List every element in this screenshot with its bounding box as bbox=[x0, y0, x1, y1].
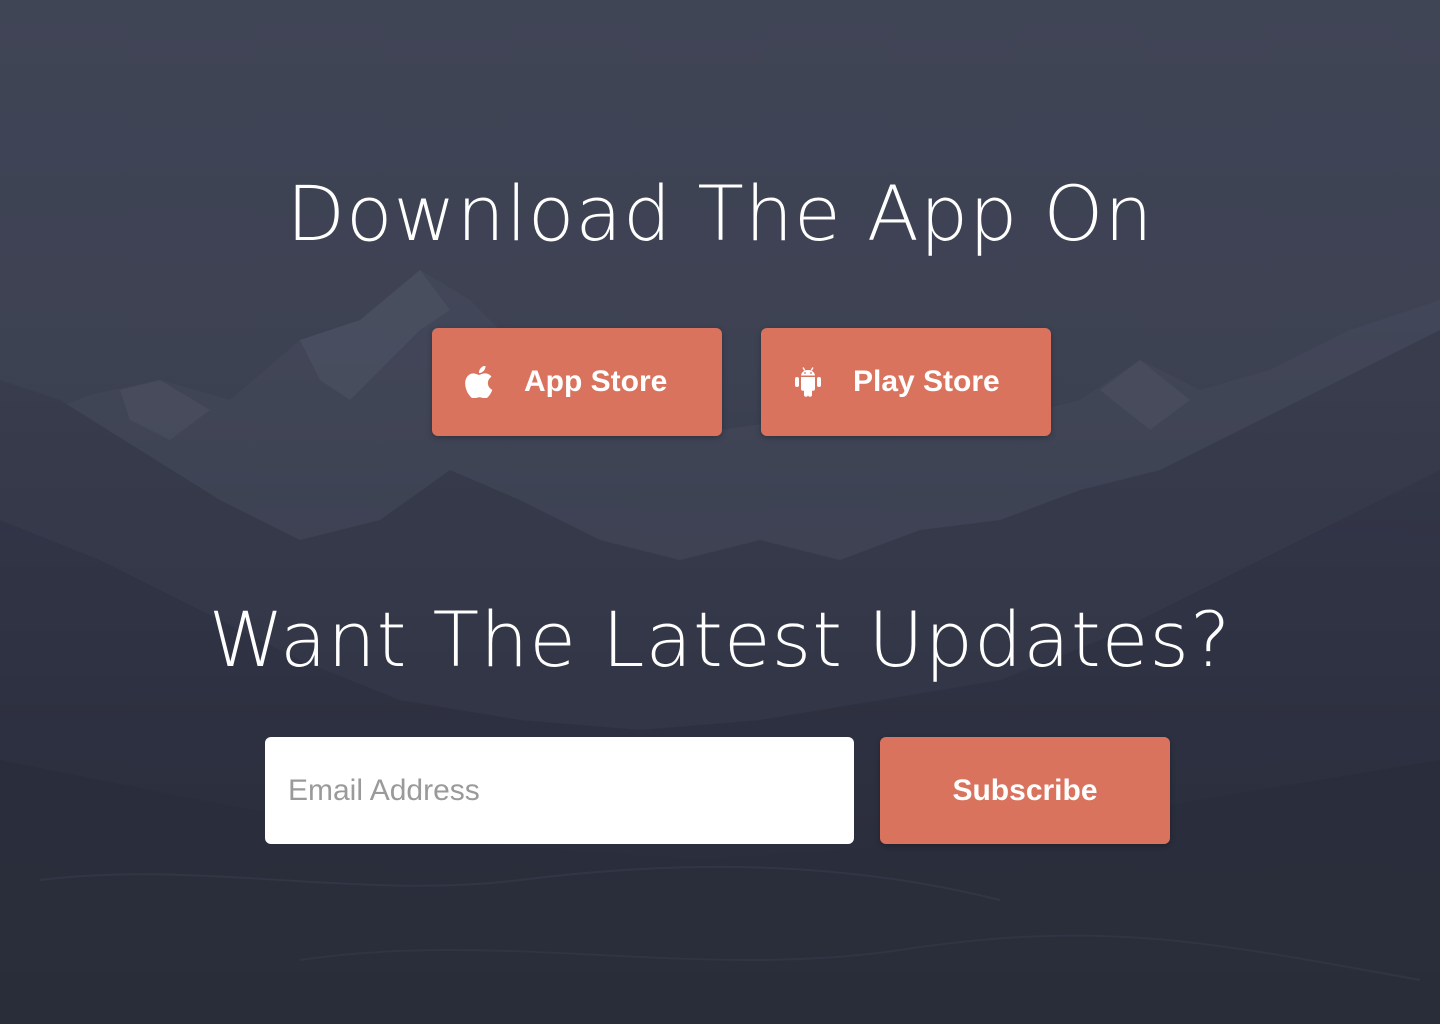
apple-icon bbox=[464, 365, 494, 399]
app-store-label: App Store bbox=[524, 365, 668, 398]
email-input[interactable] bbox=[265, 737, 854, 844]
play-store-button[interactable]: Play Store bbox=[761, 328, 1051, 436]
download-section: Download The App On App Store Play Store… bbox=[0, 0, 1440, 1024]
app-store-button[interactable]: App Store bbox=[432, 328, 722, 436]
subscribe-button[interactable]: Subscribe bbox=[880, 737, 1170, 844]
play-store-label: Play Store bbox=[853, 365, 1000, 398]
android-icon bbox=[793, 365, 823, 399]
updates-title: Want The Latest Updates? bbox=[208, 595, 1232, 684]
subscribe-label: Subscribe bbox=[952, 773, 1098, 807]
download-title: Download The App On bbox=[286, 169, 1154, 258]
